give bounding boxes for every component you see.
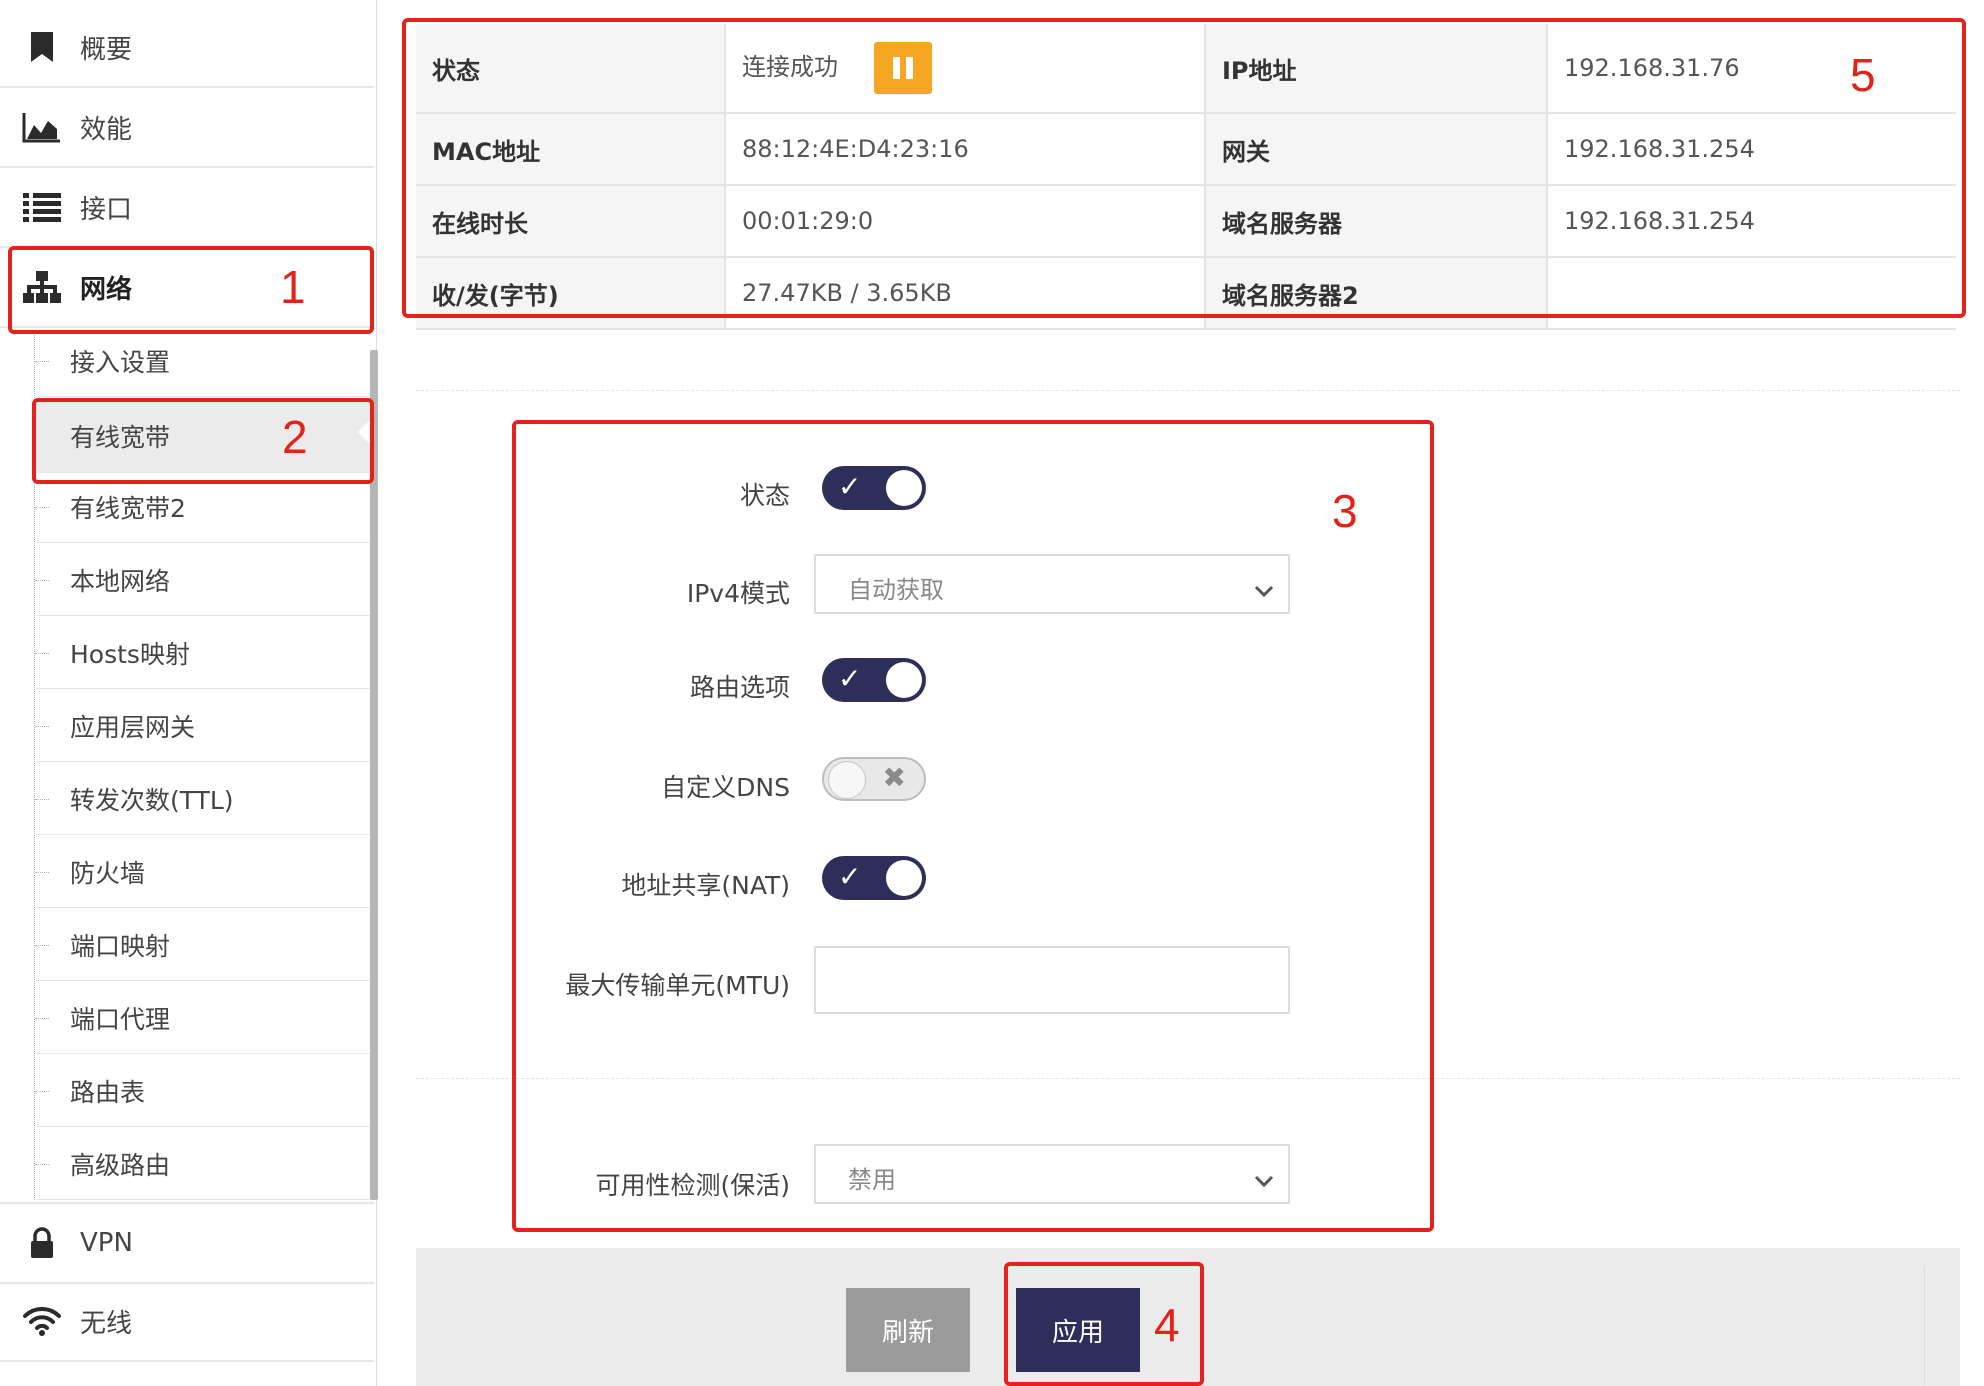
- sidebar-item-performance[interactable]: 效能: [0, 88, 374, 168]
- annotation-box-2: [32, 398, 374, 484]
- sidebar-item-vpn[interactable]: VPN: [0, 1202, 374, 1284]
- tree-tick: [35, 580, 49, 581]
- tree-tick: [35, 945, 49, 946]
- annotation-box-3: [512, 420, 1434, 1232]
- annotation-number: 4: [1154, 1299, 1180, 1351]
- sidebar: 概要 效能 接口 网络 接入设置 有线宽带 有线宽带2 本地网络 Hosts映射…: [0, 0, 378, 1386]
- tree-tick: [35, 1091, 49, 1092]
- tree-tick: [35, 361, 49, 362]
- sidebar-subitem-alg[interactable]: 应用层网关: [35, 691, 372, 762]
- tree-tick: [35, 507, 49, 508]
- sidebar-item-label: VPN: [80, 1228, 133, 1258]
- lock-icon: [22, 1223, 62, 1263]
- annotation-number: 3: [1332, 485, 1358, 537]
- divider: [1924, 1266, 1925, 1386]
- tree-tick: [35, 1164, 49, 1165]
- sidebar-subitem-local-network[interactable]: 本地网络: [35, 545, 372, 616]
- sidebar-item-label: 概要: [80, 34, 133, 65]
- sidebar-item-label: 接口: [80, 194, 133, 225]
- sidebar-subitem-port-proxy[interactable]: 端口代理: [35, 983, 372, 1054]
- sidebar-subitem-label: 应用层网关: [70, 713, 196, 742]
- refresh-button[interactable]: 刷新: [846, 1288, 970, 1372]
- tree-tick: [35, 872, 49, 873]
- tree-tick: [35, 1018, 49, 1019]
- sidebar-item-overview[interactable]: 概要: [0, 8, 374, 88]
- sidebar-subitem-label: 端口代理: [70, 1005, 171, 1034]
- sidebar-subitem-label: 有线宽带2: [70, 494, 186, 523]
- annotation-number: 2: [282, 411, 308, 463]
- sidebar-item-interfaces[interactable]: 接口: [0, 168, 374, 248]
- sidebar-subitem-firewall[interactable]: 防火墙: [35, 837, 372, 908]
- sidebar-subitem-label: 转发次数(TTL): [70, 786, 234, 815]
- sidebar-subitem-access-settings[interactable]: 接入设置: [35, 326, 372, 397]
- wifi-icon: [22, 1301, 62, 1341]
- sidebar-subitem-label: Hosts映射: [70, 640, 190, 669]
- sidebar-subitem-label: 本地网络: [70, 567, 171, 596]
- sidebar-subitem-ttl[interactable]: 转发次数(TTL): [35, 764, 372, 835]
- sidebar-subitem-routing-table[interactable]: 路由表: [35, 1056, 372, 1127]
- annotation-box-5: [402, 18, 1966, 318]
- sidebar-subitem-label: 高级路由: [70, 1151, 171, 1180]
- list-icon: [22, 187, 62, 227]
- area-chart-icon: [22, 107, 62, 147]
- bookmark-icon: [22, 27, 62, 67]
- sidebar-subitem-label: 接入设置: [70, 348, 171, 377]
- sidebar-item-wireless[interactable]: 无线: [0, 1282, 374, 1362]
- tree-tick: [35, 726, 49, 727]
- tree-tick: [35, 653, 49, 654]
- sidebar-subitem-label: 路由表: [70, 1078, 146, 1107]
- sidebar-subitem-port-mapping[interactable]: 端口映射: [35, 910, 372, 981]
- tree-tick: [35, 799, 49, 800]
- sidebar-item-label: 效能: [80, 114, 133, 145]
- sidebar-subitem-advanced-routing[interactable]: 高级路由: [35, 1129, 372, 1200]
- section-divider: [416, 390, 1960, 391]
- sidebar-subitem-label: 防火墙: [70, 859, 146, 888]
- annotation-box-1: [8, 246, 374, 334]
- sidebar-item-label: 无线: [80, 1308, 133, 1339]
- annotation-number: 5: [1850, 49, 1876, 101]
- sidebar-subitem-hosts[interactable]: Hosts映射: [35, 618, 372, 689]
- annotation-number: 1: [280, 261, 306, 313]
- sidebar-subitem-label: 端口映射: [70, 932, 171, 961]
